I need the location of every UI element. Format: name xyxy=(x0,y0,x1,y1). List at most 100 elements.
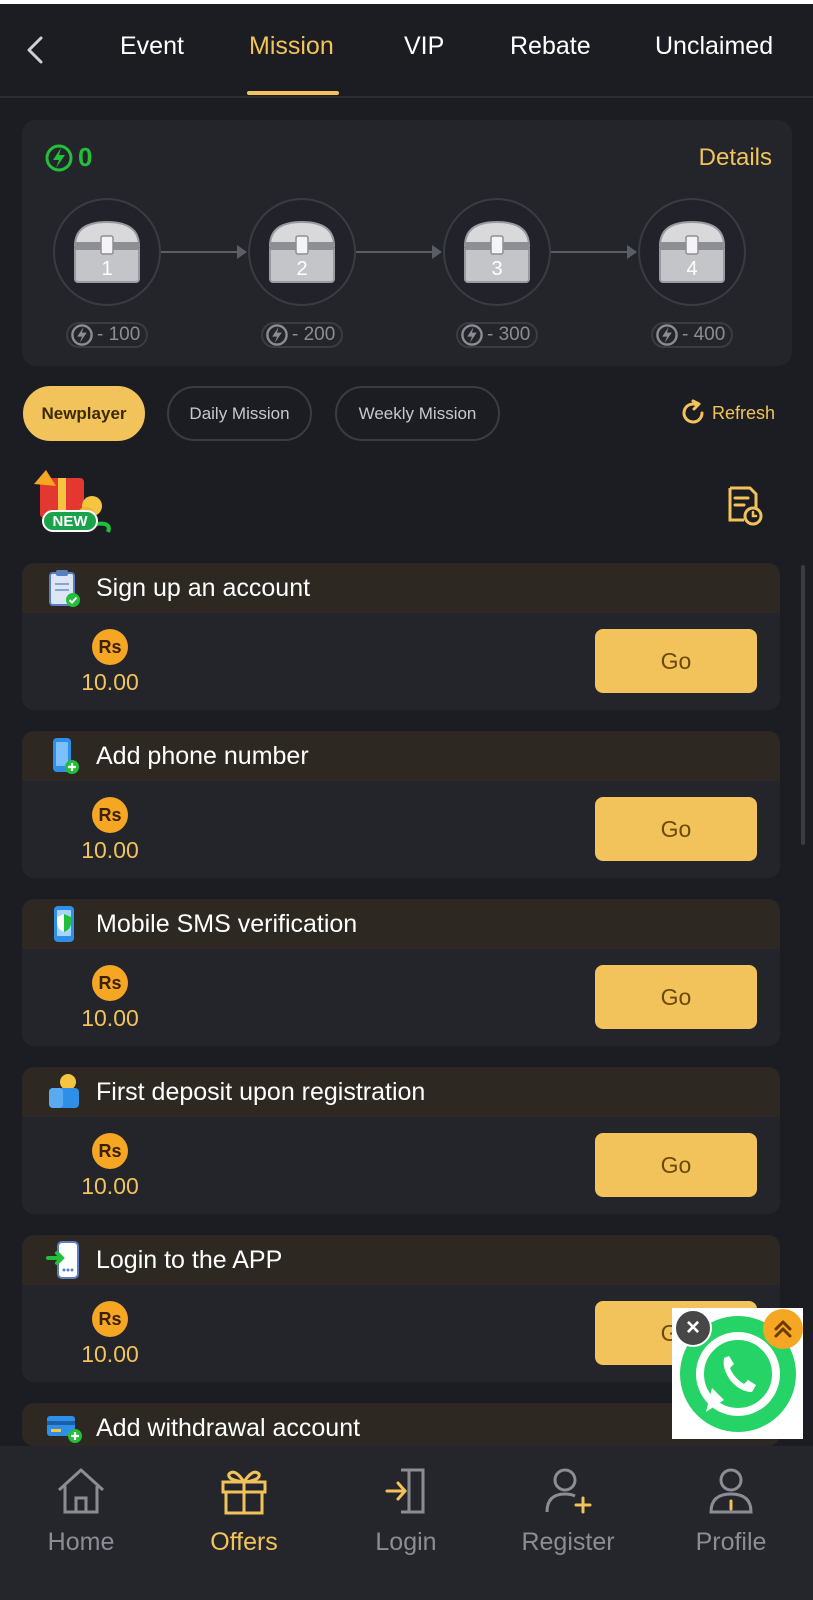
user-add-icon xyxy=(545,1468,592,1514)
gift-box-icon xyxy=(34,470,111,533)
progress-arrow xyxy=(161,251,239,253)
go-button[interactable]: Go xyxy=(595,629,757,693)
nav-home[interactable]: Home xyxy=(21,1466,141,1557)
rupee-coin-icon: Rs xyxy=(92,629,128,665)
wallet-coin-icon xyxy=(44,1072,84,1112)
go-button[interactable]: Go xyxy=(595,797,757,861)
arrow-right-icon xyxy=(237,245,247,259)
arrow-right-icon xyxy=(627,245,637,259)
user-icon xyxy=(709,1468,753,1514)
details-link[interactable]: Details xyxy=(699,144,772,172)
mission-title: Add phone number xyxy=(96,741,309,770)
mission-header: Mobile SMS verification xyxy=(22,899,780,949)
lightning-icon xyxy=(656,324,678,346)
refresh-label: Refresh xyxy=(712,402,776,423)
filter-daily-mission[interactable]: Daily Mission xyxy=(167,386,312,441)
chest-number: 3 xyxy=(491,258,503,280)
lightning-icon xyxy=(71,324,93,346)
clipboard-check-icon xyxy=(44,568,84,608)
energy-count-value: 0 xyxy=(78,142,93,172)
chest-1[interactable]: 1 xyxy=(53,198,161,306)
mission-header: Add phone number xyxy=(22,731,780,781)
refresh-button[interactable]: Refresh xyxy=(678,398,775,428)
go-button[interactable]: Go xyxy=(595,965,757,1029)
chest-cost: - 100 xyxy=(66,322,149,348)
energy-counter: 0 xyxy=(44,142,92,173)
chest-cost: - 200 xyxy=(261,322,344,348)
mission-card: First deposit upon registration Rs 10.00… xyxy=(22,1067,780,1214)
progress-arrow xyxy=(356,251,434,253)
chest-number: 4 xyxy=(686,258,698,280)
chest-cost: - 400 xyxy=(651,322,734,348)
mission-card: Add phone number Rs 10.00 Go xyxy=(22,731,780,878)
new-gift-badge: NEW xyxy=(26,466,116,544)
card-add-icon xyxy=(44,1408,84,1446)
active-tab-indicator xyxy=(247,91,339,95)
mission-history-button[interactable] xyxy=(724,484,764,531)
arrow-right-icon xyxy=(432,245,442,259)
rupee-coin-icon: Rs xyxy=(92,1133,128,1169)
nav-login[interactable]: Login xyxy=(346,1466,466,1557)
mission-card: Add withdrawal account xyxy=(22,1403,780,1446)
new-label: NEW xyxy=(42,510,98,532)
rupee-coin-icon: Rs xyxy=(92,797,128,833)
scrollbar[interactable] xyxy=(801,565,805,845)
scroll-top-button[interactable] xyxy=(763,1309,803,1349)
reward-amount: 10.00 xyxy=(81,1173,139,1199)
reward-amount: 10.00 xyxy=(81,1341,139,1367)
mission-title: Add withdrawal account xyxy=(96,1413,361,1442)
rupee-coin-icon: Rs xyxy=(92,1301,128,1337)
document-clock-icon xyxy=(728,486,763,526)
phone-add-icon xyxy=(44,736,84,776)
tab-event[interactable]: Event xyxy=(120,32,184,61)
chest-2[interactable]: 2 xyxy=(248,198,356,306)
bottom-navigation: Home Offers Login Register Profile xyxy=(0,1446,813,1600)
tab-rebate[interactable]: Rebate xyxy=(510,32,591,61)
double-chevron-up-icon xyxy=(774,1320,792,1338)
mission-header: Sign up an account xyxy=(22,563,780,613)
mission-header: Add withdrawal account xyxy=(22,1403,780,1446)
chest-3[interactable]: 3 xyxy=(443,198,551,306)
nav-register[interactable]: Register xyxy=(508,1466,628,1557)
mission-header: First deposit upon registration xyxy=(22,1067,780,1117)
lightning-icon xyxy=(461,324,483,346)
mission-header: Login to the APP xyxy=(22,1235,780,1285)
chest-number: 1 xyxy=(101,258,113,280)
login-icon xyxy=(385,1468,425,1514)
rupee-coin-icon: Rs xyxy=(92,965,128,1001)
lightning-icon xyxy=(266,324,288,346)
progress-arrow xyxy=(551,251,629,253)
filter-newplayer[interactable]: Newplayer xyxy=(23,386,145,441)
phone-login-icon xyxy=(44,1240,84,1280)
home-icon xyxy=(57,1468,105,1514)
chest-number: 2 xyxy=(296,258,308,280)
gift-icon xyxy=(221,1470,267,1515)
chest-4[interactable]: 4 xyxy=(638,198,746,306)
mission-title: Login to the APP xyxy=(96,1245,283,1274)
nav-profile[interactable]: Profile xyxy=(671,1466,791,1557)
tab-unclaimed[interactable]: Unclaimed xyxy=(655,32,773,61)
tab-mission[interactable]: Mission xyxy=(249,32,334,61)
go-button[interactable]: Go xyxy=(595,1133,757,1197)
mission-title: Mobile SMS verification xyxy=(96,909,358,938)
chest-cost: - 300 xyxy=(456,322,539,348)
mission-card: Login to the APP Rs 10.00 Go xyxy=(22,1235,780,1382)
mission-title: First deposit upon registration xyxy=(96,1077,426,1106)
nav-offers[interactable]: Offers xyxy=(184,1466,304,1557)
reward-amount: 10.00 xyxy=(81,669,139,695)
phone-shield-icon xyxy=(44,904,84,944)
back-button[interactable] xyxy=(20,30,50,70)
mission-card: Mobile SMS verification Rs 10.00 Go xyxy=(22,899,780,1046)
reward-amount: 10.00 xyxy=(81,837,139,863)
refresh-icon xyxy=(682,399,704,424)
reward-amount: 10.00 xyxy=(81,1005,139,1031)
mission-card: Sign up an account Rs 10.00 Go xyxy=(22,563,780,710)
tab-vip[interactable]: VIP xyxy=(404,32,444,61)
close-icon[interactable]: × xyxy=(674,1309,712,1347)
mission-title: Sign up an account xyxy=(96,573,311,602)
energy-rewards-panel: 0 Details 1 2 3 4 - 100 - 200 - 300 - 40… xyxy=(22,120,792,366)
chevron-left-icon xyxy=(27,36,43,64)
lightning-icon xyxy=(45,144,73,171)
filter-weekly-mission[interactable]: Weekly Mission xyxy=(335,386,500,441)
top-tab-bar: Event Mission VIP Rebate Unclaimed xyxy=(0,4,813,98)
